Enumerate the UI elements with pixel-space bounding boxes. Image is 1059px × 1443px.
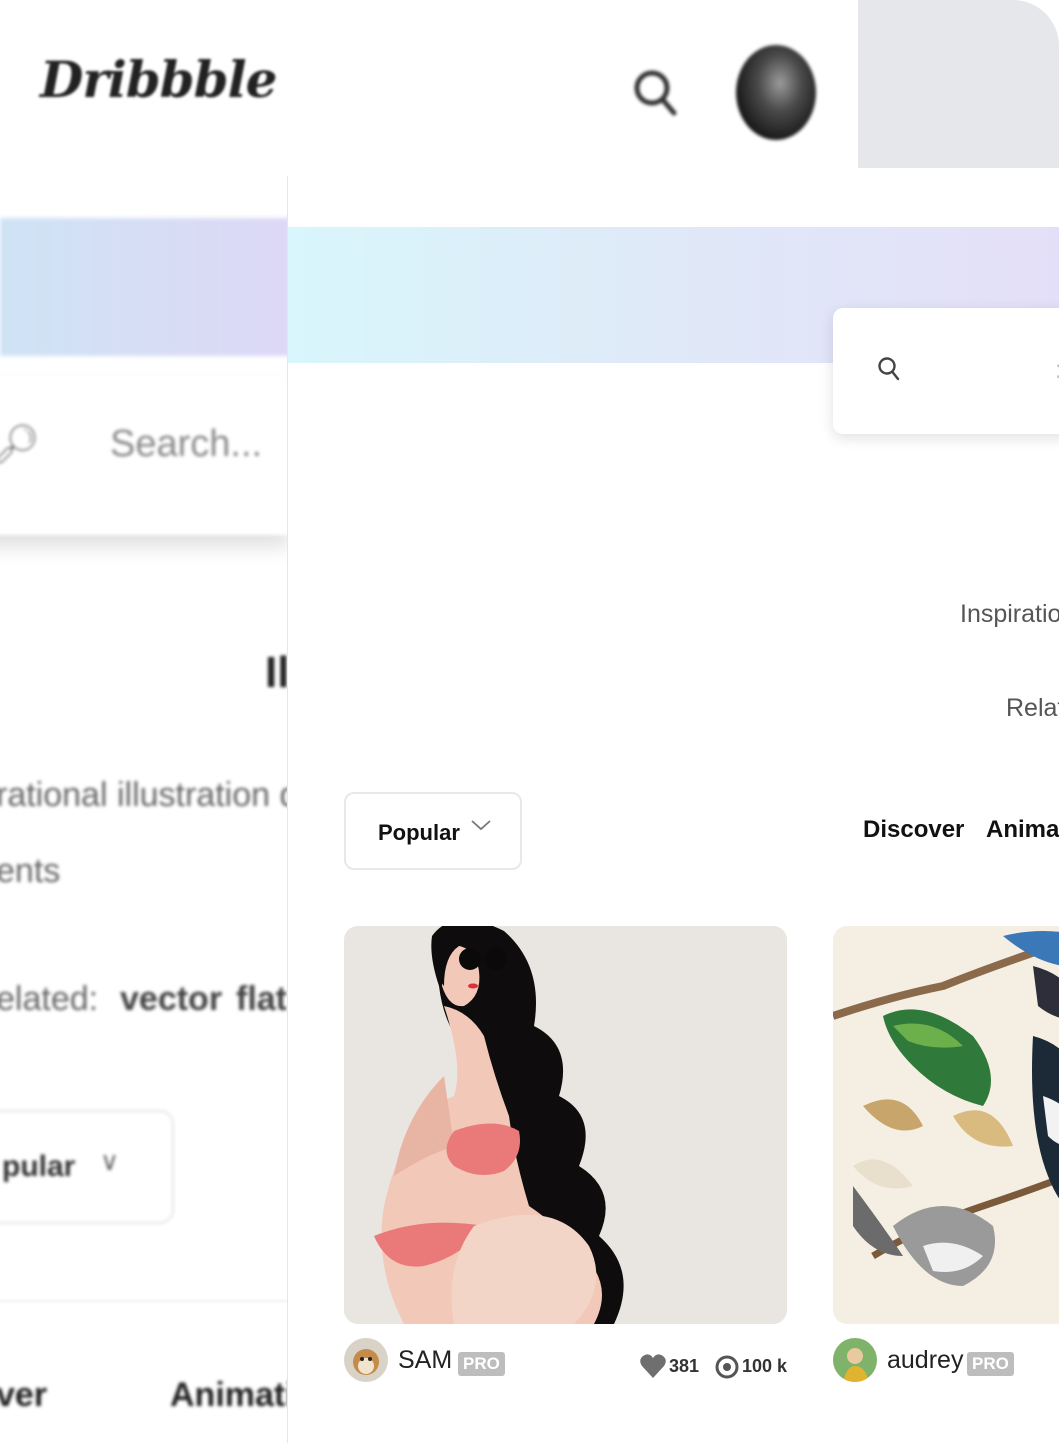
search-icon: 🔎︎ (0, 424, 41, 466)
back-sort-label: pular (2, 1150, 76, 1183)
heart-icon[interactable] (639, 1352, 667, 1385)
pro-badge: PRO (458, 1352, 505, 1376)
likes-count: 381 (669, 1356, 700, 1376)
search-bar[interactable]: : (833, 308, 1059, 434)
nav-animation[interactable]: Animat (986, 816, 1059, 844)
sort-label: Popular (378, 820, 460, 845)
shot-thumbnail-2[interactable] (833, 926, 1059, 1324)
author-avatar[interactable] (344, 1338, 388, 1382)
grey-panel (858, 0, 1059, 168)
pro-badge: PRO (967, 1352, 1014, 1376)
back-related-label: elated: (0, 980, 99, 1018)
shot-thumbnail-1[interactable] (344, 926, 787, 1324)
back-description: rational illustration de (0, 776, 318, 814)
search-placeholder: Search... (110, 423, 263, 465)
back-nav-discover[interactable]: ver (0, 1376, 47, 1415)
birds-illustration (833, 926, 1059, 1324)
views-count: 100 k (742, 1356, 788, 1376)
author-name[interactable]: audrey (887, 1346, 963, 1375)
back-divider (0, 1300, 290, 1302)
author-avatar[interactable] (833, 1338, 877, 1382)
search-icon[interactable] (632, 66, 680, 125)
sort-dropdown[interactable]: Popular (344, 792, 522, 870)
author-name[interactable]: SAM (398, 1346, 452, 1375)
back-related-tag-flat[interactable]: flat (236, 980, 287, 1019)
back-top-bar: Dribbble (0, 0, 858, 175)
eye-icon (714, 1355, 740, 1384)
back-page-title: Il (265, 648, 290, 697)
back-hero-gradient (0, 218, 290, 356)
search-icon (877, 356, 901, 387)
front-page-panel: : Inspiration Relat Popular Discover Ani… (287, 176, 1059, 1443)
chevron-down-icon: ∨ (100, 1146, 120, 1176)
woman-illustration (344, 926, 787, 1324)
search-input-edge: : (1055, 354, 1059, 385)
dribbble-logo[interactable]: Dribbble (40, 50, 277, 109)
chevron-down-icon (470, 818, 492, 837)
nav-discover[interactable]: Discover (863, 816, 964, 844)
related-label: Relat (1006, 694, 1059, 722)
back-related-tag-vector[interactable]: vector (120, 980, 222, 1019)
back-search-bar[interactable]: 🔎︎ Search... (0, 375, 290, 535)
shot-stats: 381 100 k (639, 1352, 789, 1382)
user-avatar[interactable] (736, 45, 816, 140)
back-sort-dropdown[interactable]: pular ∨ (0, 1110, 174, 1224)
inspiration-text: Inspiration (960, 600, 1059, 628)
back-description-2: ents (0, 852, 61, 890)
